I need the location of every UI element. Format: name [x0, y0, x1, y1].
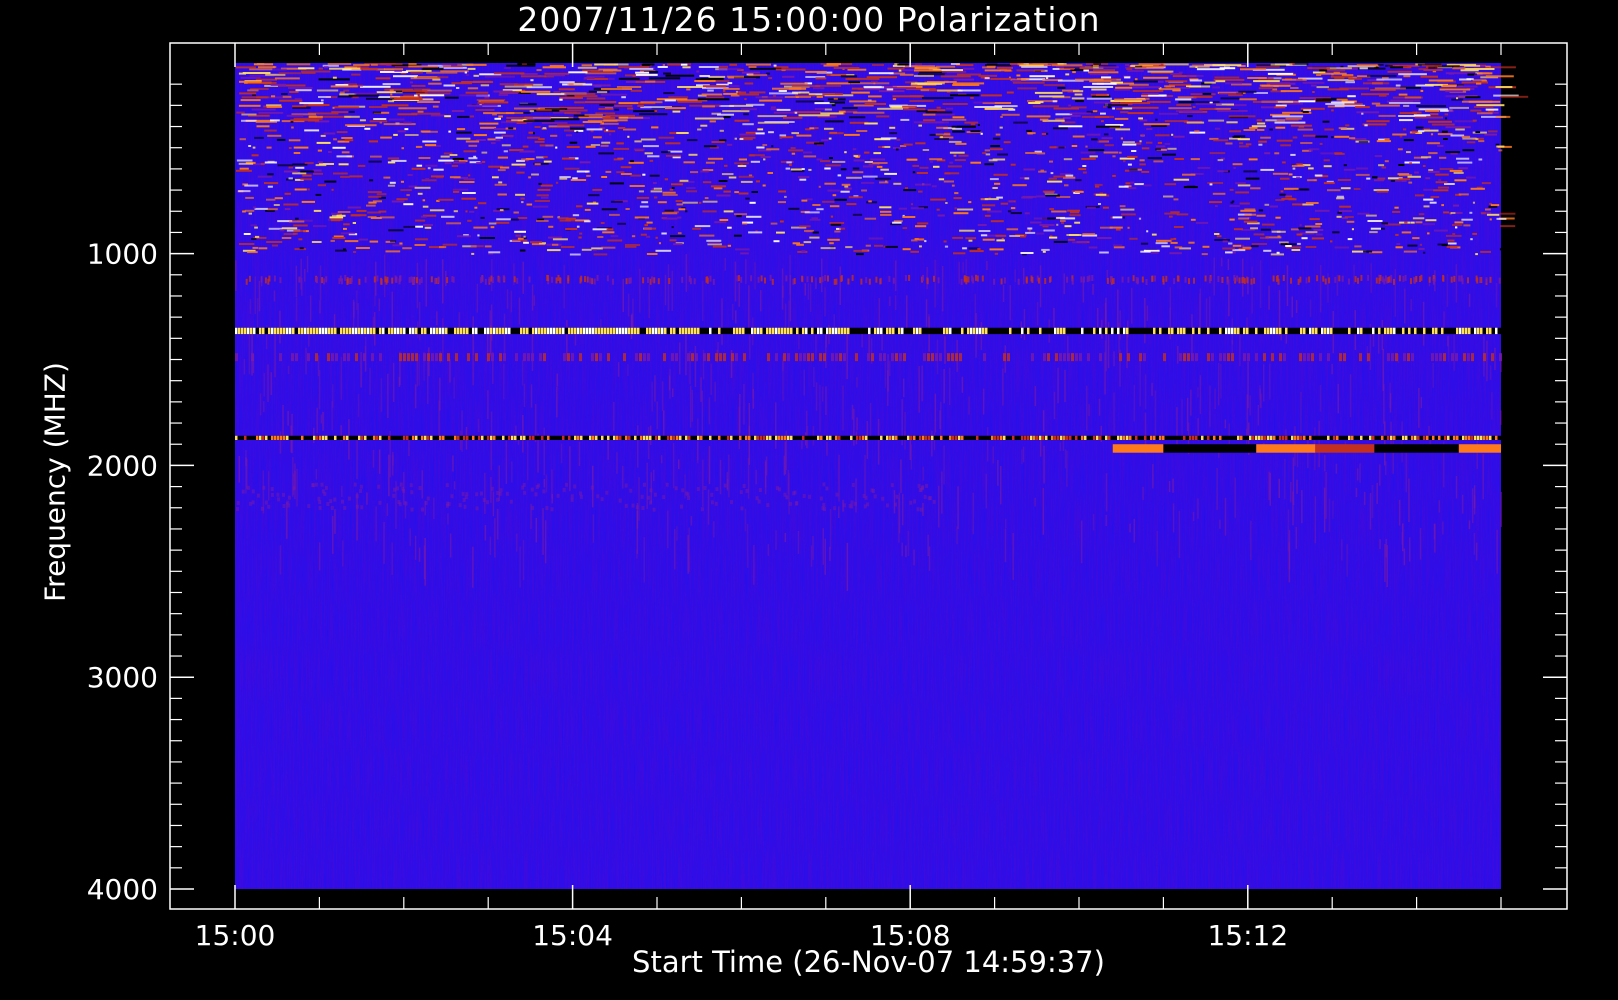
spectrogram-chart: 100020003000400015:00 15:04 15:08 15:12 [87, 42, 1568, 952]
y-tick-label: 4000 [87, 873, 158, 906]
y-tick-label: 3000 [87, 661, 158, 694]
spectrogram-image [235, 63, 1529, 889]
x-axis-label: Start Time (26-Nov-07 14:59:37) [632, 945, 1105, 979]
y-axis-label: Frequency (MHZ) [38, 362, 72, 602]
y-tick-label: 2000 [87, 449, 158, 482]
y-tick-label: 1000 [87, 238, 158, 271]
